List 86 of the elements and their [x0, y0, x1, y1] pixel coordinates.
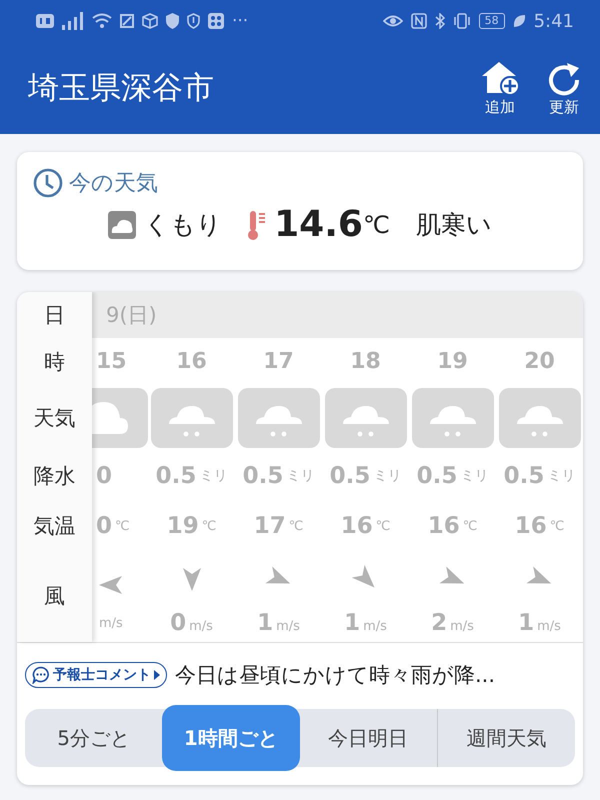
- signal-icon: [62, 12, 84, 30]
- wifi-icon: [92, 13, 112, 29]
- rain-cloud-icon: [150, 388, 232, 448]
- feeling-text: 肌寒い: [416, 209, 492, 241]
- precipitation-value: 0.5: [504, 463, 544, 489]
- precipitation-unit: ミリ: [286, 467, 314, 485]
- cloud-icon: [108, 210, 136, 238]
- temperature-unit: ℃: [550, 518, 564, 534]
- precipitation-unit: ミリ: [547, 467, 576, 485]
- hour-text: 17: [263, 349, 294, 374]
- row-label: 風: [43, 583, 66, 610]
- house-plus-icon: [480, 60, 520, 96]
- rain-cloud-icon: [238, 388, 320, 448]
- view-tab[interactable]: 5分ごと: [25, 709, 162, 767]
- view-tab[interactable]: 今日明日: [300, 709, 437, 767]
- temperature-unit: ℃: [376, 518, 390, 534]
- cube-icon: [142, 13, 158, 29]
- temperature-unit: ℃: [462, 518, 478, 534]
- clock-icon: [33, 168, 63, 198]
- temperature-unit: ℃: [115, 518, 130, 534]
- clock-time: 5:41: [534, 10, 574, 32]
- precipitation-value: 0.5: [416, 463, 458, 489]
- wind-speed-unit: m/s: [450, 619, 474, 634]
- row-label: 時: [43, 348, 66, 376]
- precipitation-unit: ミリ: [460, 467, 488, 485]
- battery-indicator: 58: [478, 13, 505, 29]
- bluetooth-icon: [434, 13, 445, 29]
- add-button[interactable]: 追加: [480, 60, 520, 116]
- shield-icon: [187, 13, 200, 29]
- wind-speed-unit: m/s: [363, 619, 387, 634]
- wind-speed-value: 1: [344, 610, 360, 636]
- wind-speed-value: 1: [518, 610, 534, 636]
- temperature-unit: ℃: [288, 518, 304, 534]
- precipitation-value: 0.5: [156, 463, 196, 489]
- wind-speed-unit: m/s: [276, 619, 300, 634]
- row-label: 気温: [32, 513, 76, 540]
- wind-speed-value: 1: [257, 610, 274, 636]
- shield-icon: [166, 13, 179, 29]
- temperature-value: 16: [340, 513, 373, 539]
- date-text: 9(日): [106, 302, 157, 329]
- speech-bubble-icon: [32, 666, 50, 684]
- rain-cloud-icon: [412, 388, 494, 448]
- precipitation-value: 0.5: [330, 463, 370, 489]
- temperature-value: 0: [96, 513, 112, 539]
- vibrate-icon: [452, 13, 471, 29]
- comment-text: 今日は昼頃にかけて時々雨が降...: [175, 662, 496, 689]
- wind-speed-value: 2: [431, 610, 448, 636]
- condition-text: くもり: [144, 209, 222, 241]
- view-tab[interactable]: 週間天気: [436, 709, 575, 767]
- temperature-value: 17: [254, 513, 286, 539]
- city-title: 埼玉県深谷市: [28, 69, 214, 108]
- temperature-value: 14.6: [274, 204, 363, 245]
- row-label: 日: [43, 302, 66, 329]
- app-grid-icon: [208, 13, 224, 29]
- rain-cloud-icon: [324, 388, 406, 448]
- wind-speed-value: 0: [170, 610, 186, 636]
- hour-text: 16: [176, 349, 207, 374]
- temperature-unit: ℃: [362, 210, 390, 238]
- more-indicator: ···: [232, 11, 248, 31]
- hour-text: 15: [96, 349, 127, 374]
- hour-text: 20: [524, 349, 555, 374]
- precipitation-value: 0.5: [242, 463, 284, 489]
- leaf-icon: [512, 14, 526, 28]
- refresh-button[interactable]: 更新: [546, 60, 582, 116]
- row-label: 天気: [32, 404, 76, 432]
- temperature-value: 16: [428, 513, 460, 539]
- caret-icon: [154, 670, 160, 680]
- temperature-value: 16: [514, 513, 547, 539]
- precipitation-value: 0: [96, 463, 112, 489]
- hour-text: 19: [437, 349, 468, 374]
- app-icon: [120, 14, 134, 28]
- row-label: 降水: [32, 463, 76, 490]
- hour-text: 18: [350, 349, 381, 374]
- precipitation-unit: ミリ: [199, 467, 228, 485]
- nfc-icon: [410, 13, 427, 29]
- wind-speed-unit: m/s: [99, 616, 123, 630]
- rain-cloud-icon: [498, 388, 580, 448]
- precipitation-unit: ミリ: [373, 467, 402, 485]
- temperature-unit: ℃: [202, 518, 216, 534]
- wind-speed-unit: m/s: [189, 619, 213, 634]
- eye-icon: [382, 14, 403, 28]
- thermometer-icon: [248, 208, 266, 240]
- forecaster-comment-button[interactable]: 予報士コメント: [25, 662, 167, 688]
- wind-speed-unit: m/s: [537, 619, 561, 634]
- temperature-value: 19: [166, 513, 199, 539]
- section-heading: 今の天気: [69, 170, 158, 198]
